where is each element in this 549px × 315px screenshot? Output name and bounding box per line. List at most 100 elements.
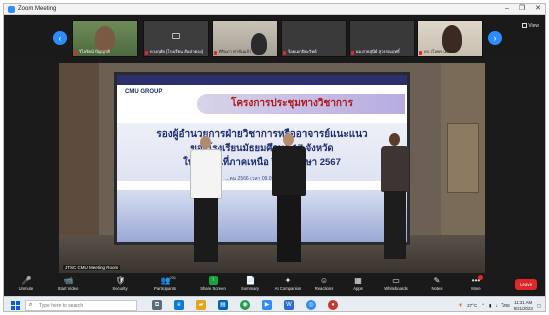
muted-mic-icon [74,51,77,55]
whiteboard-icon: ▭ [392,276,400,285]
participant-tile[interactable]: ร้อยเอกปิยะวิทย์ [281,20,347,57]
gallery-next-button[interactable]: › [488,31,502,45]
slide-line-3: ในเขตพื้นที่ภาคเหนือ ปีการศึกษา 2567 [183,157,341,168]
chrome-icon[interactable]: ◉ [240,300,250,310]
file-explorer-icon[interactable]: ▰ [196,300,206,310]
slide-logo: CMU GROUP [125,89,163,95]
clock-time: 11:31 AM [514,299,533,305]
apps-icon: ▦ [354,276,362,285]
muted-mic-icon [145,51,148,55]
word-icon[interactable]: W [284,300,294,310]
active-speaker-video: CMU GROUP โครงการประชุมทางวิชาการ รองผู้… [59,63,485,273]
chrome-profile-icon[interactable]: ● [328,300,338,310]
leave-button[interactable]: Leave [515,279,537,290]
gallery-prev-button[interactable]: ‹ [53,31,67,45]
speaker-left [186,136,226,266]
speaker-name-label: JTSC CMU Meeting Room [63,265,121,270]
participant-tile[interactable]: ดร.วไลพร แสนคำ [417,20,483,57]
system-tray: ☀ 27°C ⌃ ▮ ♪ ไทย 11:31 AM 9/21/2023 ▢ [457,298,541,312]
slide-line-2: ของโรงเรียนมัธยมศึกษา 17 จังหวัด [190,143,334,154]
close-button[interactable]: ✕ [535,4,541,15]
minimize-button[interactable]: – [505,4,509,15]
notes-icon: ✎ [433,276,441,285]
sparkle-icon: ✦ [284,276,292,285]
participant-tile[interactable]: ศิรินภา ท่าขันแก้ว [212,20,278,57]
apps-button[interactable]: ▦ Apps [338,276,378,292]
windows-taskbar: ⌕ ⧉ e ▰ ▤ ◉ ▶ W ◎ ● ☀ 27°C ⌃ ▮ ♪ ไทย 11:… [4,296,545,312]
search-icon: ⌕ [29,302,33,308]
unmute-label: Unmute [18,286,34,291]
store-icon[interactable]: ▤ [218,300,228,310]
network-icon[interactable]: ▮ [489,303,491,309]
tray-up-arrow-icon[interactable]: ⌃ [481,303,485,309]
participant-name: ร้อยเอกปิยะวิทย์ [288,49,317,54]
weather-temp[interactable]: 27°C [467,303,477,308]
participants-icon: 👥 [160,276,171,285]
unmute-button[interactable]: 🎤 Unmute [6,276,46,292]
edge-icon[interactable]: e [174,300,184,310]
muted-mic-icon [351,51,354,55]
speaker-right [377,133,413,263]
microphone-icon: 🎤 [21,276,32,285]
ai-companion-label: AI Companion [274,286,302,291]
zoom-app-icon [8,6,15,13]
participant-count: 231 [169,276,176,280]
slide-datetime: ...คม 2566 เวลา 09.00 – 12.00 น. [225,176,299,182]
slide-headline: โครงการประชุมทางวิชาการ [231,98,353,109]
presentation-screen: CMU GROUP โครงการประชุมทางวิชาการ รองผู้… [114,72,410,245]
participant-tile[interactable]: ดวงฤทัย (โรงเรียน สันป่าตอง) [143,20,209,57]
speaker-center [269,133,309,266]
muted-mic-icon [214,51,217,55]
participant-name: วิไลรัตน์ ปัญญาดี [79,49,110,54]
notification-badge [478,275,483,280]
participants-button[interactable]: 👥 231 Participants [145,276,185,292]
maximize-button[interactable]: ❐ [519,4,525,15]
participant-name: ศิรินภา ท่าขันแก้ว [219,49,252,54]
share-screen-label: Share Screen [200,286,226,291]
participants-label: Participants [154,286,176,291]
meeting-toolbar: 🎤 Unmute 📹 Start Video 🛡 Security 👥 231 … [4,274,545,296]
zoom-taskbar-icon[interactable]: ▶ [262,300,272,310]
windows-start-icon[interactable] [11,301,20,310]
participant-tile[interactable]: ผอ.สายสุนีย์ สุวรรณฤทธิ์ [349,20,415,57]
volume-icon[interactable]: ♪ [495,303,497,308]
shield-icon: 🛡 [115,276,126,285]
share-screen-button[interactable]: ↑ Share Screen [193,276,233,292]
clock-date: 9/21/2023 [513,305,533,311]
summary-icon: 📄 [245,276,256,285]
start-video-button[interactable]: 📹 Start Video [48,276,88,292]
notes-button[interactable]: ✎ Notes [417,276,457,292]
slide-topbar [117,75,407,85]
clock[interactable]: 11:31 AM 9/21/2023 [514,300,533,312]
security-label: Security [112,286,128,291]
camera-off-icon [172,33,180,39]
studio-shelf [447,123,479,193]
slide-line-1: รองผู้อำนวยการฝ่ายวิชาการหรืออาจารย์แนะแ… [156,129,368,140]
zoom-window: Zoom Meeting – ❐ ✕ ‹ วิไลรัตน์ ปัญญาดี ด… [3,3,546,312]
grid-icon [522,23,528,28]
search-input[interactable] [39,302,134,310]
smiley-icon: ☺ [319,276,329,285]
language-indicator[interactable]: ไทย [502,302,510,309]
ai-companion-button[interactable]: ✦ AI Companion [268,276,308,292]
video-camera-icon: 📹 [63,276,74,285]
security-button[interactable]: 🛡 Security [100,276,140,292]
weather-icon: ☀ [457,303,464,309]
summary-label: Summary [241,286,259,291]
share-screen-icon: ↑ [208,276,218,285]
notes-label: Notes [431,286,443,291]
participant-gallery: ‹ วิไลรัตน์ ปัญญาดี ดวงฤทัย (โรงเรียน สั… [4,15,545,62]
zoom-app-icon[interactable]: ◎ [306,300,316,310]
participant-tile[interactable]: วิไลรัตน์ ปัญญาดี [72,20,138,57]
more-label: More [471,286,481,291]
view-button[interactable]: View [522,23,539,29]
task-view-icon[interactable]: ⧉ [152,300,162,310]
summary-button[interactable]: 📄 Summary [230,276,270,292]
whiteboards-button[interactable]: ▭ Whiteboards [376,276,416,292]
taskbar-search[interactable]: ⌕ [25,300,137,311]
notification-icon[interactable]: ▢ [537,303,541,309]
title-bar: Zoom Meeting – ❐ ✕ [4,4,545,15]
more-button[interactable]: ••• More [456,275,496,292]
participant-video [251,33,267,55]
whiteboards-label: Whiteboards [384,286,408,291]
